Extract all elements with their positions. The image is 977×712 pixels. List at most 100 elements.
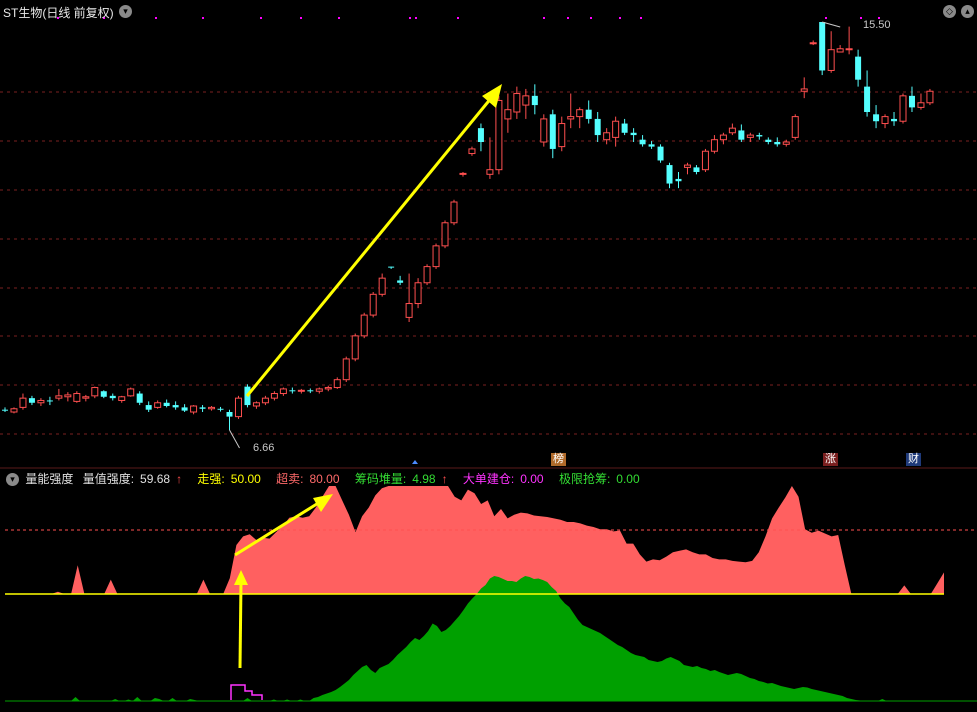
candle-body-up: [127, 388, 135, 397]
candle-body-up: [468, 148, 476, 155]
indicator-name: 量能强度: [25, 472, 74, 486]
legend-item-chip: 筹码堆量: 4.98 ↑: [354, 472, 448, 486]
legend-item-strong: 走强: 50.00: [197, 472, 261, 486]
candle-body-up: [567, 116, 575, 120]
candle-body-down: [621, 123, 628, 133]
candle-body-down: [181, 407, 188, 411]
event-dot: [825, 17, 827, 19]
event-dot: [202, 17, 204, 19]
candle-body-up: [791, 116, 799, 138]
candle-body-down: [2, 409, 8, 411]
candle-body-down: [648, 144, 655, 147]
candle-body-up: [279, 388, 287, 395]
candle-body-down: [549, 114, 556, 149]
candle-body-up: [612, 120, 620, 138]
candle-body-down: [145, 405, 152, 410]
candle-body-up: [414, 282, 422, 305]
candle-body-down: [226, 412, 233, 417]
candle-body-down: [46, 400, 53, 402]
candle-body-up: [683, 164, 691, 168]
indicator-arrow-vertical: [238, 581, 243, 669]
candle-body-up: [540, 118, 548, 143]
candle-body-down: [855, 56, 862, 80]
candle-body-down: [908, 95, 915, 108]
candle-body-up: [899, 95, 907, 122]
candle-body-down: [136, 393, 143, 403]
candle-body-up: [315, 388, 323, 392]
candle-body-up: [342, 358, 350, 381]
candle-body-up: [37, 399, 45, 404]
event-dot: [300, 17, 302, 19]
candle-body-down: [594, 118, 601, 136]
candle-body-up: [522, 95, 530, 106]
chevron-down-icon[interactable]: ▾: [119, 5, 132, 18]
candle-body-up: [845, 48, 853, 51]
candle-body-down: [630, 132, 637, 136]
candle-body-down: [397, 280, 404, 283]
candle-body-up: [513, 93, 521, 113]
candle-body-up: [495, 99, 503, 171]
event-dot: [155, 17, 157, 19]
candle-body-up: [746, 134, 754, 138]
event-dot: [860, 17, 862, 19]
candle-body-up: [504, 109, 512, 120]
candle-body-up: [800, 88, 808, 92]
candle-body-up: [576, 109, 584, 118]
candle-body-down: [657, 146, 664, 161]
legend-item-big-order: 大单建仓: 0.00: [462, 472, 544, 486]
chart-canvas: [0, 17, 977, 702]
candle-body-up: [261, 397, 269, 404]
candle-body-up: [351, 335, 359, 360]
candle-body-up: [459, 172, 467, 175]
event-tag-finance[interactable]: 财: [906, 453, 921, 466]
legend-item-limit-grab: 极限抢筹: 0.00: [558, 472, 640, 486]
candle-body-up: [432, 245, 440, 268]
legend-item-strength: 量值强度: 59.68 ↑: [82, 472, 183, 486]
event-dot: [619, 17, 621, 19]
event-dot: [640, 17, 642, 19]
candle-body-up: [728, 127, 736, 134]
event-dot: [338, 17, 340, 19]
candle-body-up: [917, 102, 925, 108]
candle-body-up: [360, 314, 368, 337]
candle-body-down: [28, 398, 35, 403]
candle-body-down: [477, 128, 484, 142]
candle-body-down: [172, 405, 179, 408]
low-price-marker: [229, 429, 240, 449]
candle-body-down: [666, 165, 673, 184]
event-marker-icon: [412, 460, 418, 464]
candle-body-up: [82, 396, 90, 399]
candle-body-up: [190, 405, 198, 413]
strength-area: [5, 486, 944, 594]
low-price-label: 6.66: [253, 442, 275, 454]
chevron-down-icon[interactable]: ▾: [6, 473, 19, 487]
candle-body-up: [19, 397, 27, 408]
legend-item-oversold: 超卖: 80.00: [276, 472, 340, 486]
candle-body-down: [217, 408, 224, 410]
candle-body-down: [765, 139, 772, 142]
event-dot: [567, 17, 569, 19]
candle-body-up: [836, 48, 844, 53]
event-dot: [457, 17, 459, 19]
candle-body-down: [109, 395, 116, 399]
candle-body-down: [873, 114, 880, 122]
candle-body-up: [782, 141, 790, 145]
candle-body-up: [297, 389, 305, 392]
candle-body-down: [199, 407, 206, 409]
candle-body-up: [270, 393, 278, 399]
chevron-up-icon[interactable]: ▴: [961, 5, 974, 18]
candle-body-down: [388, 266, 395, 268]
event-tag-limit-up[interactable]: 涨: [823, 453, 838, 466]
event-dot: [543, 17, 545, 19]
candle-body-up: [73, 393, 81, 402]
diamond-icon[interactable]: ◇: [943, 5, 956, 18]
candle-body-up: [118, 396, 126, 401]
event-dot: [260, 17, 262, 19]
event-tag-rank[interactable]: 榜: [551, 453, 566, 466]
event-dot: [409, 17, 411, 19]
candle-body-up: [252, 402, 260, 407]
candle-body-up: [234, 397, 242, 418]
candle-body-down: [864, 86, 871, 112]
candle-body-up: [378, 277, 386, 295]
candle-body-up: [208, 406, 216, 410]
